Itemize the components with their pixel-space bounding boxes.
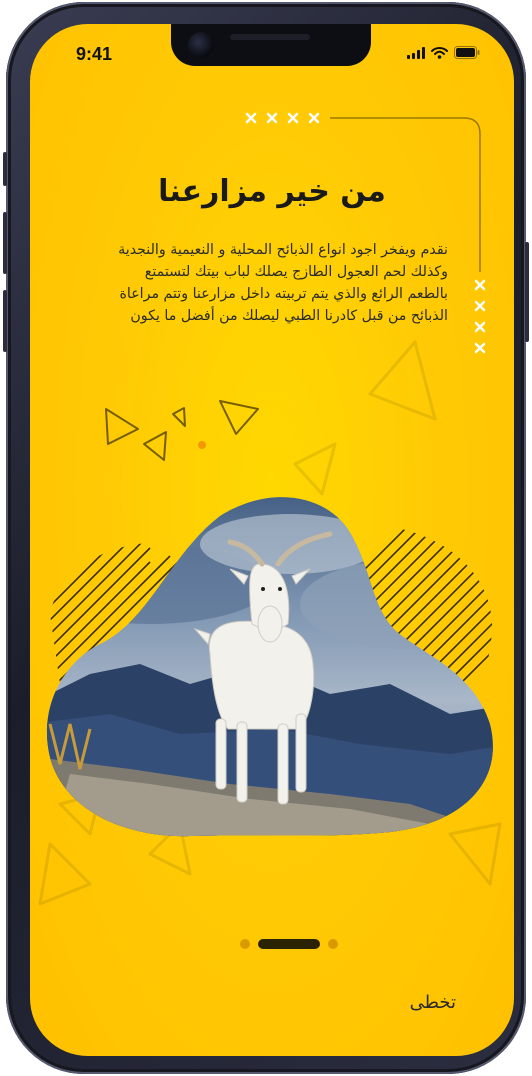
skip-button[interactable]: تخطى [410,992,456,1013]
screen: 9:41 من خير مزارعنا نقدم ويفخر اجود انوا… [30,24,514,1056]
signal-bars-icon [407,46,425,59]
volume-down-button [3,290,7,352]
wifi-icon [431,46,448,59]
volume-up-button [3,212,7,274]
page-dot-3[interactable] [328,939,338,949]
cross-pattern-top [245,112,320,124]
phone-frame: 9:41 من خير مزارعنا نقدم ويفخر اجود انوا… [3,2,529,1074]
status-time: 9:41 [76,44,113,64]
page-dot-1[interactable] [240,939,250,949]
page-indicator [240,939,338,949]
battery-icon [454,46,480,59]
earpiece-speaker [230,34,310,40]
status-icons [407,46,480,59]
page-dot-2-active[interactable] [258,939,320,949]
front-camera [188,32,214,58]
goat-photo [46,497,493,837]
onboarding-description: نقدم ويفخر اجود انواع الذبائح المحلية و … [118,242,448,324]
power-button [525,242,529,342]
mute-switch [3,152,7,186]
triangle-decor [105,400,259,461]
onboarding-title: من خير مزارعنا [158,174,386,209]
cross-pattern-side [474,279,486,354]
